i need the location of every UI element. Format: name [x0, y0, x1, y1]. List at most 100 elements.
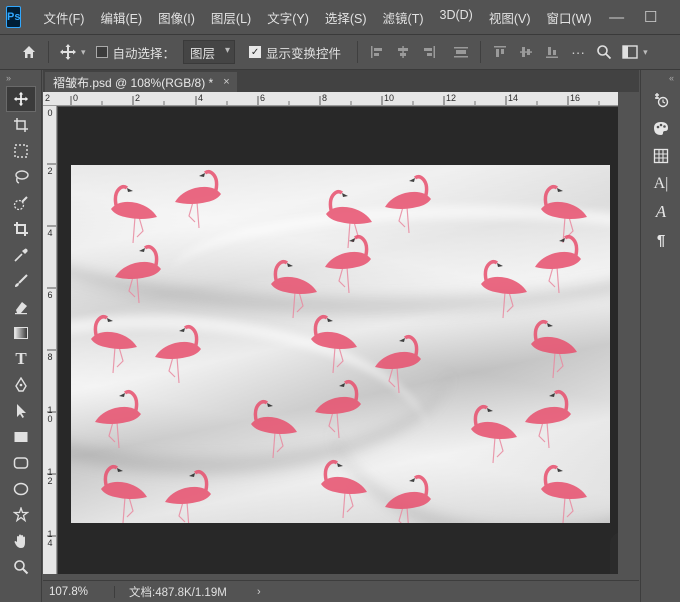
dropdown-value: 图层 — [190, 46, 216, 61]
move-tool-icon[interactable] — [6, 86, 36, 112]
flamingo-figure — [315, 379, 361, 439]
expand-panels-icon[interactable]: « — [641, 70, 680, 86]
ruler-label: 1 2 — [47, 467, 53, 486]
color-panel-icon[interactable] — [641, 114, 680, 142]
marquee-tool-icon[interactable] — [0, 138, 42, 164]
align-bottom-icon[interactable] — [539, 39, 565, 65]
tools-panel: » T — [0, 70, 42, 602]
align-middle-icon[interactable] — [513, 39, 539, 65]
quick-selection-tool-icon[interactable] — [0, 190, 42, 216]
auto-select-target-dropdown[interactable]: 图层 ▾ — [183, 40, 236, 64]
ruler-label: 14 — [508, 93, 519, 103]
menu-type[interactable]: 文字(Y) — [259, 8, 317, 27]
type-tool-icon[interactable]: T — [0, 346, 42, 372]
glyphs-panel-icon[interactable]: A — [641, 198, 680, 226]
distribute-vertical-icon[interactable] — [448, 39, 474, 65]
menu-image[interactable]: 图像(I) — [150, 8, 203, 27]
chevron-down-icon[interactable]: ▾ — [643, 47, 648, 58]
show-transform-checkbox[interactable]: ✓ — [249, 46, 262, 58]
menu-edit[interactable]: 编辑(E) — [92, 8, 150, 27]
ruler-label: 12 — [446, 93, 457, 103]
flamingo-figure — [531, 319, 577, 379]
ruler-label: 1 0 — [47, 405, 53, 424]
home-icon[interactable] — [16, 39, 42, 65]
gradient-tool-icon[interactable] — [0, 320, 42, 346]
align-right-icon[interactable] — [416, 39, 442, 65]
menu-view[interactable]: 视图(V) — [481, 8, 539, 27]
ruler-label: 4 — [47, 228, 53, 238]
flamingo-figure — [375, 334, 421, 394]
eyedropper-tool-icon[interactable] — [0, 242, 42, 268]
chevron-right-icon[interactable]: › — [257, 586, 261, 598]
swatches-panel-icon[interactable] — [641, 142, 680, 170]
flamingo-figure — [165, 469, 211, 523]
close-button[interactable]: ✕ — [668, 0, 680, 34]
align-left-icon[interactable] — [364, 39, 390, 65]
vertical-scrollbar[interactable] — [618, 92, 640, 574]
minimize-button[interactable]: — — [600, 0, 634, 34]
menu-file[interactable]: 文件(F) — [35, 8, 92, 27]
menu-select[interactable]: 选择(S) — [317, 8, 375, 27]
document-info[interactable]: 文档:487.8K/1.19M — [129, 584, 253, 600]
document-canvas[interactable] — [71, 165, 610, 523]
menu-filter[interactable]: 滤镜(T) — [375, 8, 432, 27]
brush-tool-icon[interactable] — [0, 268, 42, 294]
zoom-level-field[interactable]: 107.8% — [43, 585, 115, 598]
ruler-label: 0 — [73, 93, 79, 103]
close-document-icon[interactable]: × — [223, 76, 229, 88]
horizontal-ruler[interactable]: 2 0 2 4 6 8 10 12 14 16 — [43, 92, 618, 106]
path-selection-tool-icon[interactable] — [0, 398, 42, 424]
move-tool-icon[interactable] — [55, 39, 81, 65]
maximize-button[interactable]: ☐ — [634, 0, 668, 34]
rounded-rectangle-tool-icon[interactable] — [0, 450, 42, 476]
ruler-label: 6 — [47, 290, 53, 300]
photoshop-logo-icon: Ps — [6, 6, 22, 28]
pen-tool-icon[interactable] — [0, 372, 42, 398]
lasso-tool-icon[interactable] — [0, 164, 42, 190]
zoom-tool-icon[interactable] — [0, 554, 42, 580]
menu-layer[interactable]: 图层(L) — [203, 8, 259, 27]
search-icon[interactable] — [591, 39, 617, 65]
collapse-icon[interactable]: » — [0, 70, 41, 86]
flamingo-figure — [111, 184, 157, 244]
workspace-icon[interactable] — [617, 39, 643, 65]
history-panel-icon[interactable] — [641, 86, 680, 114]
ruler-label: 1 4 — [47, 529, 53, 548]
canvas-workspace[interactable] — [58, 107, 618, 574]
auto-select-checkbox[interactable] — [95, 46, 108, 58]
flamingo-figure — [541, 184, 587, 244]
flamingo-figure — [541, 464, 587, 523]
crop-tool-icon[interactable] — [0, 216, 42, 242]
rectangle-tool-icon[interactable] — [0, 424, 42, 450]
separator — [357, 41, 359, 63]
flamingo-pattern — [91, 169, 587, 523]
vertical-ruler[interactable]: 0 2 4 6 8 1 0 1 2 1 4 — [43, 106, 57, 574]
flamingo-figure — [95, 389, 141, 449]
menu-3d[interactable]: 3D(D) — [432, 8, 481, 27]
menu-window[interactable]: 窗口(W) — [539, 8, 600, 27]
ellipse-tool-icon[interactable] — [0, 476, 42, 502]
chevron-down-icon[interactable]: ▾ — [81, 47, 86, 58]
eraser-tool-icon[interactable] — [0, 294, 42, 320]
character-panel-icon[interactable]: A| — [641, 170, 680, 198]
menu-bar: Ps 文件(F) 编辑(E) 图像(I) 图层(L) 文字(Y) 选择(S) 滤… — [0, 0, 680, 34]
flamingo-figure — [271, 259, 317, 319]
more-options-icon[interactable]: ··· — [565, 39, 591, 65]
flamingo-figure — [311, 314, 357, 374]
ruler-label: 6 — [260, 93, 266, 103]
artboard-tool-icon[interactable] — [0, 112, 42, 138]
document-tab[interactable]: 褶皱布.psd @ 108%(RGB/8) * × — [45, 72, 237, 92]
chevron-down-icon: ▾ — [225, 45, 231, 56]
flamingo-figure — [385, 174, 431, 234]
flamingo-figure — [535, 234, 581, 294]
menu-items: 文件(F) 编辑(E) 图像(I) 图层(L) 文字(Y) 选择(S) 滤镜(T… — [35, 8, 599, 27]
ruler-label: 8 — [322, 93, 328, 103]
align-top-icon[interactable] — [487, 39, 513, 65]
options-bar: ▾ 自动选择： 图层 ▾ ✓ 显示变换控件 ··· ▾ — [0, 34, 680, 70]
paragraph-panel-icon[interactable]: ¶ — [641, 226, 680, 254]
custom-shape-tool-icon[interactable] — [0, 502, 42, 528]
hand-tool-icon[interactable] — [0, 528, 42, 554]
align-center-icon[interactable] — [390, 39, 416, 65]
ruler-label: 8 — [47, 352, 53, 362]
show-transform-label: 显示变换控件 — [266, 46, 342, 61]
